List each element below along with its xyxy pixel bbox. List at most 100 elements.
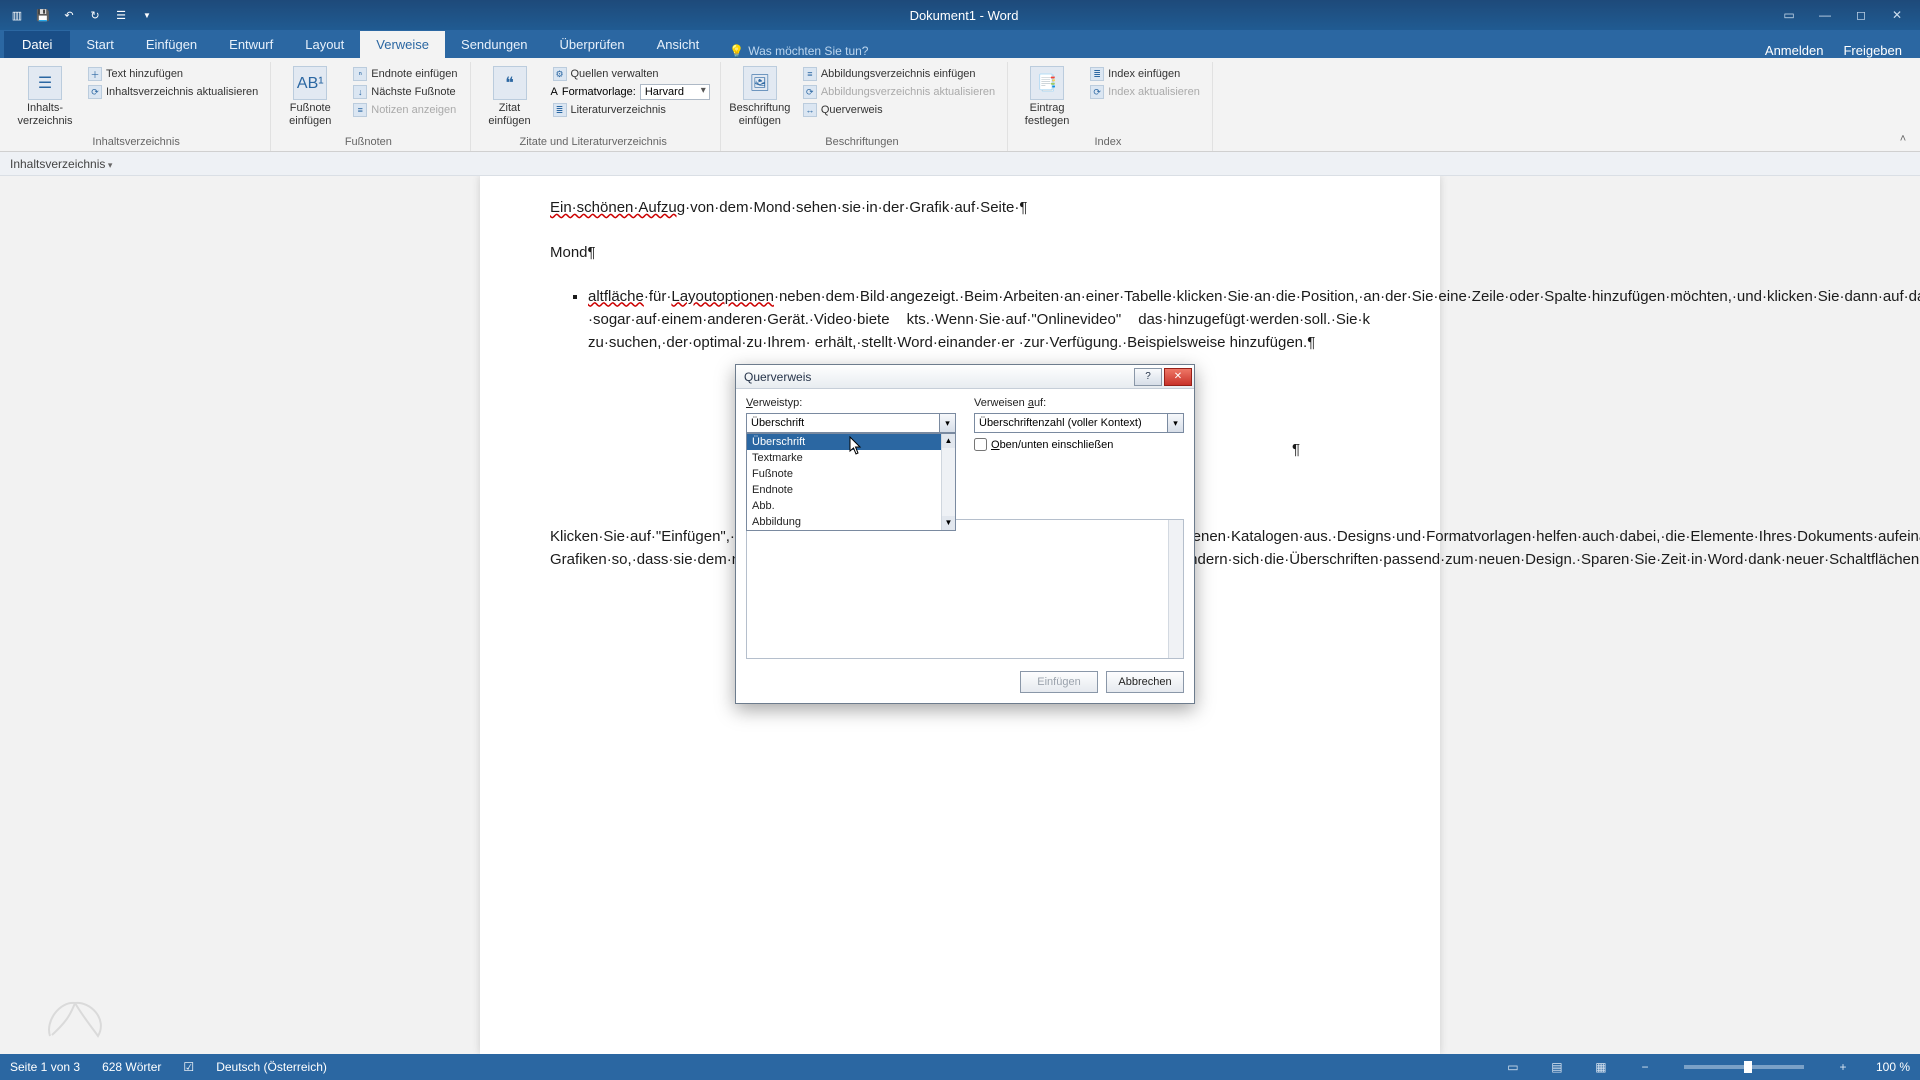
crossref-icon: ↔ bbox=[803, 103, 817, 117]
ribbon-tabs: Datei Start Einfügen Entwurf Layout Verw… bbox=[0, 30, 1920, 58]
touch-mode-icon[interactable]: ☰ bbox=[112, 6, 130, 24]
ribbon-verweise: ☰ Inhalts- verzeichnis ＋Text hinzufügen … bbox=[0, 58, 1920, 152]
update-tof-icon: ⟳ bbox=[803, 85, 817, 99]
tab-file[interactable]: Datei bbox=[4, 31, 70, 58]
group-label-index: Index bbox=[1014, 134, 1202, 151]
tab-entwurf[interactable]: Entwurf bbox=[213, 31, 289, 58]
querverweis-button[interactable]: ↔ Querverweis bbox=[801, 102, 997, 118]
dialog-body: Verweistyp: Verweisen auf: Überschrift ▾… bbox=[736, 389, 1194, 703]
status-proofing-icon[interactable]: ☑ bbox=[183, 1060, 194, 1074]
close-icon[interactable]: ✕ bbox=[1880, 4, 1914, 26]
oben-unten-checkbox[interactable] bbox=[974, 438, 987, 451]
verweistyp-option-fussnote[interactable]: Fußnote bbox=[747, 466, 955, 482]
tell-me-search[interactable]: 💡 Was möchten Sie tun? bbox=[729, 44, 868, 58]
show-notes-icon: ≡ bbox=[353, 103, 367, 117]
collapse-ribbon-icon[interactable]: ˄ bbox=[1894, 130, 1912, 148]
text-hinzufuegen-label: Text hinzufügen bbox=[106, 68, 183, 80]
ribbon-group-zitate: ❝ Zitat einfügen ⚙Quellen verwalten A Fo… bbox=[471, 62, 721, 151]
zoom-slider[interactable] bbox=[1684, 1065, 1804, 1069]
literaturverzeichnis-button[interactable]: ≣Literaturverzeichnis bbox=[551, 102, 710, 118]
verweistyp-option-abbildung[interactable]: Abbildung bbox=[747, 514, 955, 530]
minimize-icon[interactable]: — bbox=[1808, 4, 1842, 26]
sign-in-link[interactable]: Anmelden bbox=[1765, 43, 1824, 58]
tab-verweise[interactable]: Verweise bbox=[360, 31, 445, 58]
tab-layout[interactable]: Layout bbox=[289, 31, 360, 58]
undo-icon[interactable]: ↶ bbox=[60, 6, 78, 24]
zoom-percent[interactable]: 100 % bbox=[1876, 1060, 1910, 1074]
view-print-layout-icon[interactable]: ▤ bbox=[1546, 1058, 1568, 1076]
fussnote-einfuegen-button[interactable]: AB¹ Fußnote einfügen bbox=[277, 66, 343, 128]
querverweis-dialog: Querverweis ? ✕ Verweistyp: Verweisen au… bbox=[735, 364, 1195, 704]
verweistyp-option-abb[interactable]: Abb. bbox=[747, 498, 955, 514]
verweistyp-dropdown-scrollbar[interactable]: ▲ ▼ bbox=[941, 434, 955, 530]
eintrag-festlegen-button[interactable]: 📑 Eintrag festlegen bbox=[1014, 66, 1080, 128]
quick-access-toolbar: ▥ 💾 ↶ ↻ ☰ ▼ bbox=[0, 6, 156, 24]
scroll-up-icon[interactable]: ▲ bbox=[942, 434, 955, 448]
oben-unten-checkbox-row[interactable]: Oben/unten einschließen bbox=[974, 438, 1184, 451]
status-language[interactable]: Deutsch (Österreich) bbox=[216, 1060, 327, 1074]
ribbon-display-options-icon[interactable]: ▭ bbox=[1772, 4, 1806, 26]
verweistyp-combo[interactable]: Überschrift ▾ Überschrift Textmarke Fußn… bbox=[746, 413, 956, 433]
update-toc-icon: ⟳ bbox=[88, 85, 102, 99]
index-einfuegen-button[interactable]: ≣Index einfügen bbox=[1088, 66, 1202, 82]
doc-bullet-rest: ·neben·dem·Bild·angezeigt.·Beim·Arbeiten… bbox=[588, 288, 1920, 352]
formatvorlage-selector[interactable]: A Formatvorlage: Harvard bbox=[551, 84, 710, 100]
status-words[interactable]: 628 Wörter bbox=[102, 1060, 161, 1074]
dialog-help-icon[interactable]: ? bbox=[1134, 368, 1162, 386]
mark-entry-icon: 📑 bbox=[1030, 66, 1064, 100]
ribbon-group-fussnoten: AB¹ Fußnote einfügen ⁿEndnote einfügen ↓… bbox=[271, 62, 470, 151]
zitat-einfuegen-label: Zitat einfügen bbox=[477, 102, 543, 128]
index-aktualisieren-button: ⟳Index aktualisieren bbox=[1088, 84, 1202, 100]
zoom-in-icon[interactable]: + bbox=[1832, 1058, 1854, 1076]
verweisen-auf-combo-button[interactable]: ▾ bbox=[1167, 414, 1183, 432]
naechste-fussnote-button[interactable]: ↓Nächste Fußnote bbox=[351, 84, 459, 100]
inhaltsverzeichnis-button[interactable]: ☰ Inhalts- verzeichnis bbox=[12, 66, 78, 128]
dialog-titlebar[interactable]: Querverweis ? ✕ bbox=[736, 365, 1194, 389]
text-hinzufuegen-button[interactable]: ＋Text hinzufügen bbox=[86, 66, 260, 82]
abbrechen-button[interactable]: Abbrechen bbox=[1106, 671, 1184, 693]
inhaltsverzeichnis-label: Inhalts- verzeichnis bbox=[12, 102, 78, 128]
status-page[interactable]: Seite 1 von 3 bbox=[10, 1060, 80, 1074]
doc-wavy-1: altfläche bbox=[588, 288, 644, 305]
quellen-verwalten-button[interactable]: ⚙Quellen verwalten bbox=[551, 66, 710, 82]
scroll-down-icon[interactable]: ▼ bbox=[942, 516, 955, 530]
fussnote-einfuegen-label: Fußnote einfügen bbox=[277, 102, 343, 128]
tab-ansicht[interactable]: Ansicht bbox=[641, 31, 716, 58]
tab-sendungen[interactable]: Sendungen bbox=[445, 31, 544, 58]
mouse-cursor-icon bbox=[849, 436, 863, 456]
zoom-out-icon[interactable]: − bbox=[1634, 1058, 1656, 1076]
notizen-anzeigen-label: Notizen anzeigen bbox=[371, 104, 456, 116]
verweistyp-combo-button[interactable]: ▾ bbox=[939, 414, 955, 432]
endnote-einfuegen-button[interactable]: ⁿEndnote einfügen bbox=[351, 66, 459, 82]
fuer-welche-listbox[interactable] bbox=[746, 519, 1184, 659]
abbildungsverzeichnis-einfuegen-button[interactable]: ≡Abbildungsverzeichnis einfügen bbox=[801, 66, 997, 82]
einfuegen-button[interactable]: Einfügen bbox=[1020, 671, 1098, 693]
verweistyp-value: Überschrift bbox=[751, 417, 804, 429]
zoom-slider-thumb[interactable] bbox=[1744, 1061, 1752, 1073]
verweistyp-option-endnote[interactable]: Endnote bbox=[747, 482, 955, 498]
save-icon[interactable]: 💾 bbox=[34, 6, 52, 24]
view-read-mode-icon[interactable]: ▭ bbox=[1502, 1058, 1524, 1076]
abbildungsverzeichnis-aktualisieren-label: Abbildungsverzeichnis aktualisieren bbox=[821, 86, 995, 98]
group-label-beschriftungen: Beschriftungen bbox=[727, 134, 997, 151]
dialog-close-icon[interactable]: ✕ bbox=[1164, 368, 1192, 386]
listbox-scrollbar[interactable] bbox=[1168, 520, 1183, 658]
navigation-bar[interactable]: Inhaltsverzeichnis bbox=[0, 152, 1920, 176]
verweisen-auf-combo[interactable]: Überschriftenzahl (voller Kontext) ▾ bbox=[974, 413, 1184, 433]
tab-einfuegen[interactable]: Einfügen bbox=[130, 31, 213, 58]
formatvorlage-value[interactable]: Harvard bbox=[640, 84, 710, 100]
querverweis-label: Querverweis bbox=[821, 104, 883, 116]
maximize-icon[interactable]: ◻ bbox=[1844, 4, 1878, 26]
zitat-einfuegen-button[interactable]: ❝ Zitat einfügen bbox=[477, 66, 543, 128]
share-button[interactable]: Freigeben bbox=[1843, 43, 1902, 58]
word-app-icon: ▥ bbox=[8, 6, 26, 24]
redo-icon[interactable]: ↻ bbox=[86, 6, 104, 24]
tab-ueberpruefen[interactable]: Überprüfen bbox=[544, 31, 641, 58]
group-label-zitate: Zitate und Literaturverzeichnis bbox=[477, 134, 710, 151]
view-web-layout-icon[interactable]: ▦ bbox=[1590, 1058, 1612, 1076]
beschriftung-einfuegen-button[interactable]: 🖼 Beschriftung einfügen bbox=[727, 66, 793, 128]
manage-sources-icon: ⚙ bbox=[553, 67, 567, 81]
inhaltsverzeichnis-aktualisieren-button[interactable]: ⟳Inhaltsverzeichnis aktualisieren bbox=[86, 84, 260, 100]
qat-customize-icon[interactable]: ▼ bbox=[138, 6, 156, 24]
tab-start[interactable]: Start bbox=[70, 31, 129, 58]
